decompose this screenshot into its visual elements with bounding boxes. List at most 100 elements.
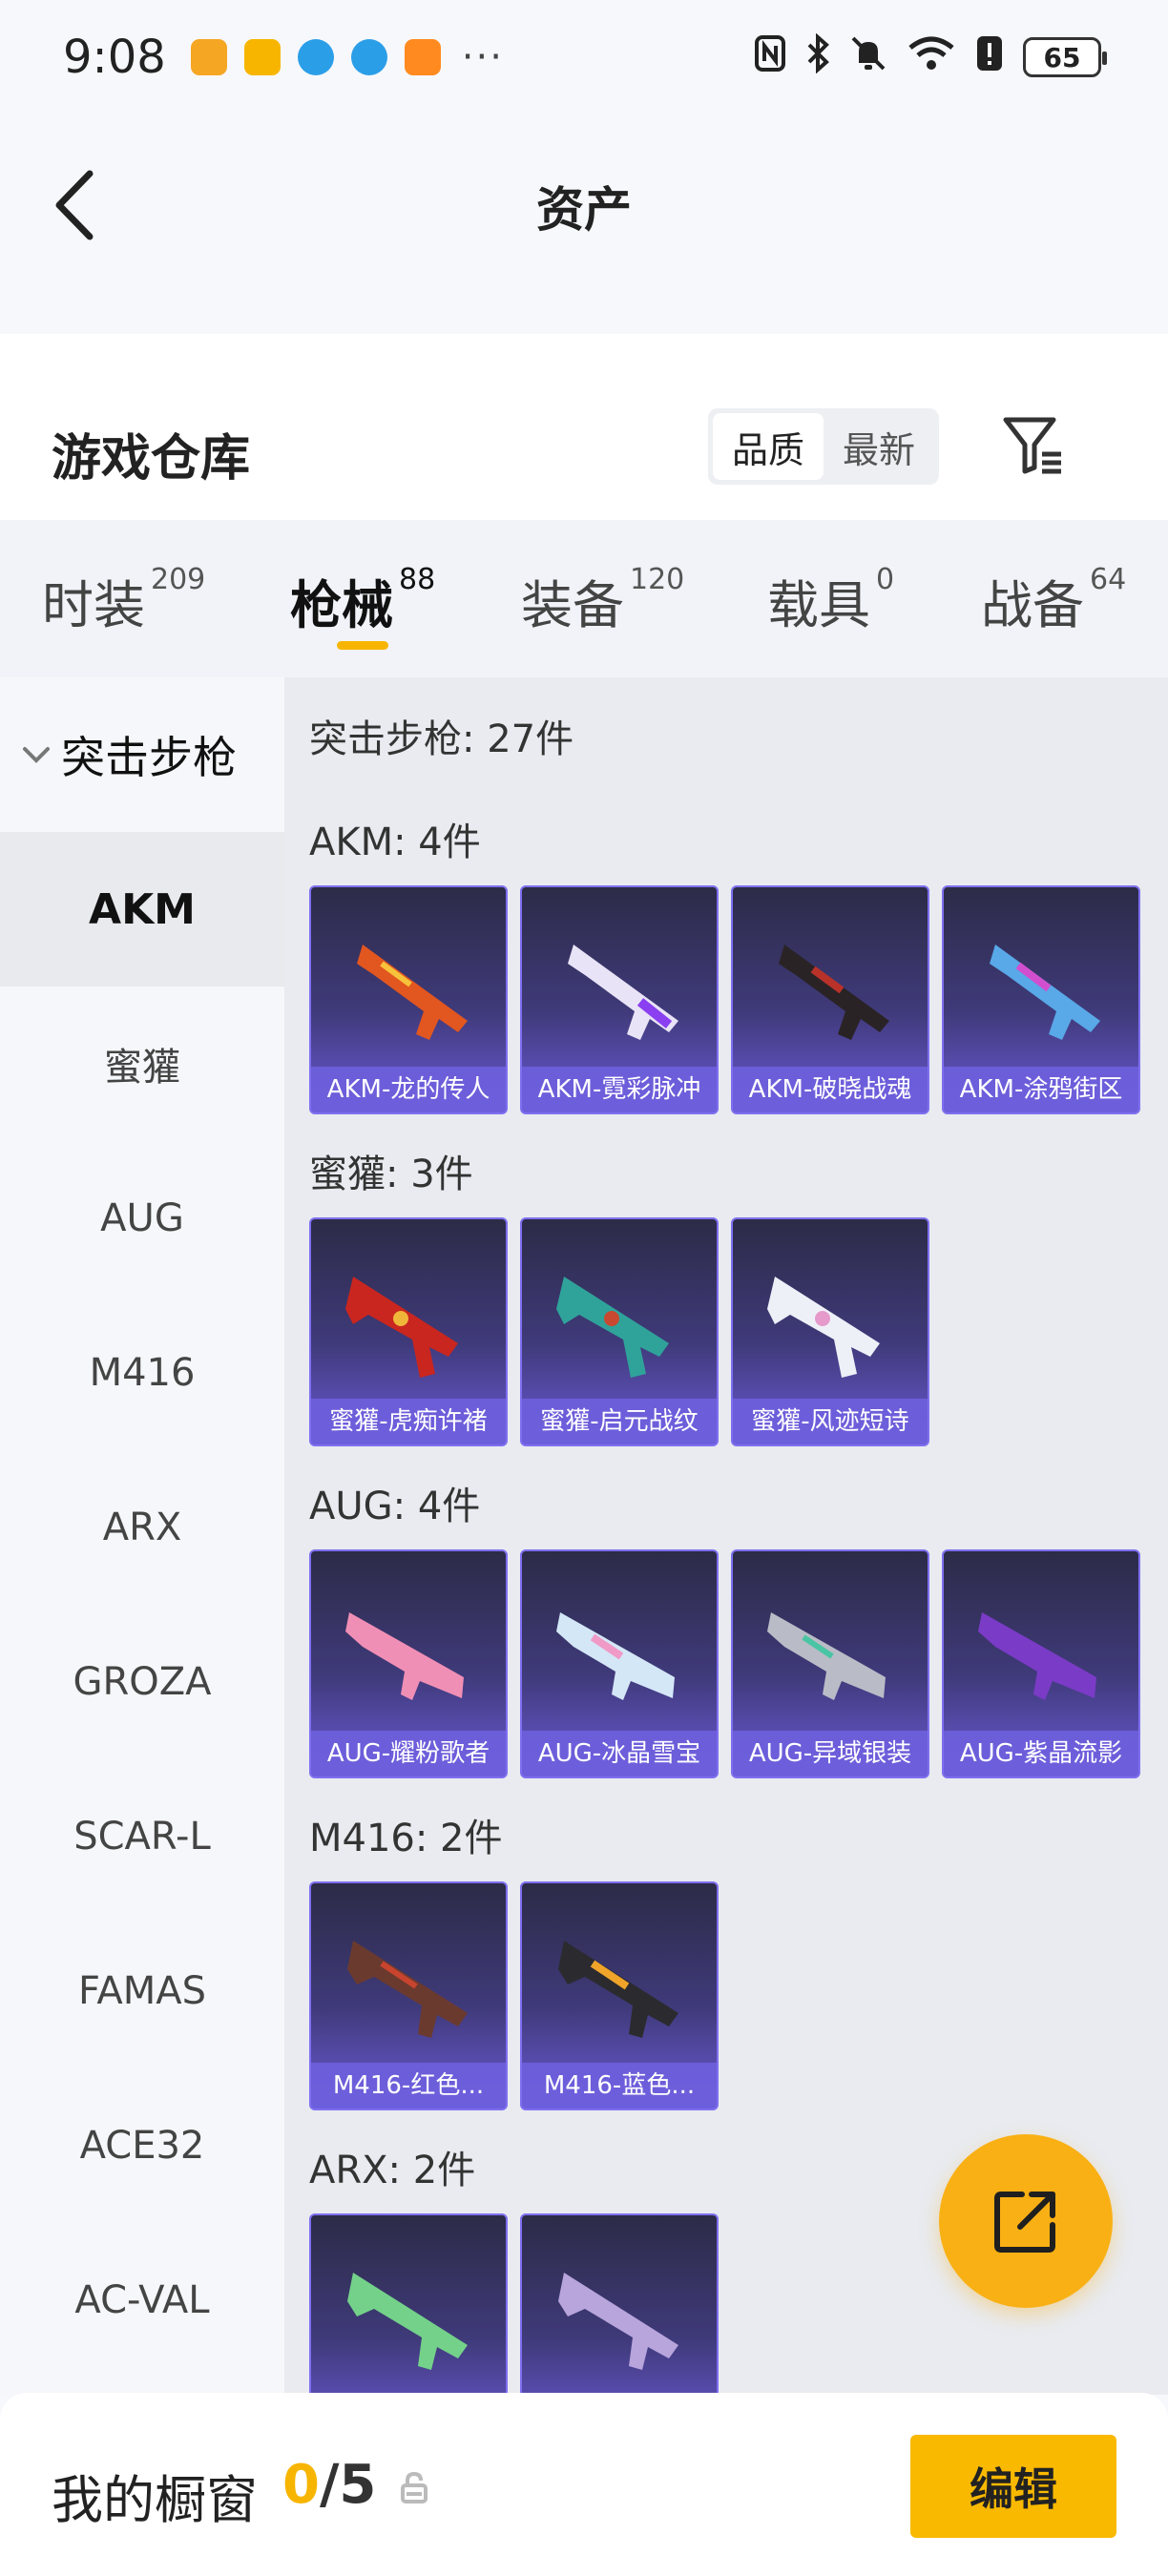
header: 资产 xyxy=(0,114,1168,296)
weapon-card[interactable] xyxy=(309,2213,508,2395)
chevron-down-icon xyxy=(23,747,50,763)
weapon-name: 蜜獾-启元战纹 xyxy=(522,1399,717,1444)
sidebar: 突击步枪 AKM 蜜獾 AUG M416 ARX GROZA SCAR-L FA… xyxy=(0,677,284,2395)
status-bar: 9:08 ··· 65 xyxy=(0,0,1168,114)
weapon-card[interactable]: M416-蓝色... xyxy=(520,1881,719,2110)
edit-button[interactable]: 编辑 xyxy=(910,2435,1116,2538)
showcase-bar: 我的橱窗 0/5 编辑 xyxy=(0,2393,1168,2576)
bullpup-rifle-skin-image xyxy=(556,1612,675,1700)
tab-equipment[interactable]: 装备 120 xyxy=(521,563,684,638)
section-title: 蜜獾: 3件 xyxy=(309,1153,473,1196)
nfc-icon xyxy=(754,34,786,81)
tab-battle-prep[interactable]: 战备 64 xyxy=(981,563,1126,638)
wifi-icon xyxy=(907,34,956,81)
browser-icon xyxy=(350,39,387,75)
sidebar-item-ace32[interactable]: ACE32 xyxy=(0,2068,284,2223)
alert-icon xyxy=(975,34,1004,81)
tab-count: 120 xyxy=(630,563,685,596)
weapon-name: AKM-破晓战魂 xyxy=(733,1067,928,1112)
tab-count: 0 xyxy=(876,563,895,596)
sidebar-item-ac-val[interactable]: AC-VAL xyxy=(0,2223,284,2378)
tab-label: 枪械 xyxy=(290,575,393,635)
tab-label: 载具 xyxy=(767,575,870,635)
weapon-card[interactable]: AUG-异域银装 xyxy=(731,1549,929,1778)
status-right: 65 xyxy=(754,32,1107,82)
status-time: 9:08 xyxy=(63,31,166,84)
section-title: AUG: 4件 xyxy=(309,1485,481,1528)
tab-count: 209 xyxy=(151,563,206,596)
rifle-skin-image xyxy=(779,945,889,1040)
weapon-name: AKM-霓彩脉冲 xyxy=(522,1067,717,1112)
tab-count: 88 xyxy=(399,563,436,596)
rifle-skin-image xyxy=(357,945,468,1040)
notification-app-icon xyxy=(190,39,227,75)
share-icon xyxy=(994,2192,1055,2253)
tab-guns[interactable]: 枪械 88 xyxy=(290,563,435,638)
weapon-name: M416-蓝色... xyxy=(522,2063,717,2109)
tab-label: 时装 xyxy=(42,575,145,635)
bullpup-rifle-skin-image xyxy=(767,1612,886,1700)
tab-count: 64 xyxy=(1090,563,1127,596)
sort-by-quality[interactable]: 品质 xyxy=(713,413,824,480)
weapon-card[interactable]: 蜜獾-风迹短诗 xyxy=(731,1217,929,1446)
status-left: 9:08 ··· xyxy=(63,31,504,84)
sort-by-newest[interactable]: 最新 xyxy=(824,413,934,480)
more-notifications-icon: ··· xyxy=(461,35,504,79)
page-title: 资产 xyxy=(536,182,632,238)
weapon-card[interactable] xyxy=(520,2213,719,2395)
weapon-card[interactable]: AUG-耀粉歌者 xyxy=(309,1549,508,1778)
sidebar-group-label: 突击步枪 xyxy=(61,732,237,783)
filter-button[interactable] xyxy=(1000,412,1067,479)
section-title: ARX: 2件 xyxy=(309,2149,476,2192)
weapon-name: M416-红色... xyxy=(311,2063,506,2109)
smg-skin-image xyxy=(345,1277,458,1378)
weapon-card[interactable]: AKM-霓彩脉冲 xyxy=(520,885,719,1114)
weapon-name: AKM-涂鸦街区 xyxy=(944,1067,1138,1112)
video-app-icon xyxy=(404,39,441,75)
showcase-count: 0/5 xyxy=(282,2454,376,2516)
sidebar-item-famas[interactable]: FAMAS xyxy=(0,1914,284,2068)
bullpup-rifle-skin-image xyxy=(978,1612,1096,1700)
rifle-skin-image xyxy=(558,2273,678,2370)
sidebar-group-assault-rifle[interactable]: 突击步枪 xyxy=(0,677,284,832)
weapon-name: 蜜獾-风迹短诗 xyxy=(733,1399,928,1444)
tab-vehicles[interactable]: 载具 0 xyxy=(767,563,894,638)
battery-indicator: 65 xyxy=(1023,37,1107,77)
tab-label: 战备 xyxy=(981,575,1084,635)
section-title: AKM: 4件 xyxy=(309,821,481,864)
weapon-name: AUG-耀粉歌者 xyxy=(311,1731,506,1776)
sidebar-item-m416[interactable]: M416 xyxy=(0,1296,284,1450)
weapon-card[interactable]: AUG-紫晶流影 xyxy=(942,1549,1140,1778)
tab-fashion[interactable]: 时装 209 xyxy=(42,563,205,638)
weapon-card[interactable]: AKM-破晓战魂 xyxy=(731,885,929,1114)
weapon-name: AKM-龙的传人 xyxy=(311,1067,506,1112)
weapon-card[interactable]: M416-红色... xyxy=(309,1881,508,2110)
share-button[interactable] xyxy=(939,2134,1113,2308)
lock-icon xyxy=(401,2471,428,2503)
smg-skin-image xyxy=(767,1277,880,1378)
warehouse-title: 游戏仓库 xyxy=(52,430,251,488)
weapon-card[interactable]: AUG-冰晶雪宝 xyxy=(520,1549,719,1778)
sidebar-item-scar-l[interactable]: SCAR-L xyxy=(0,1759,284,1914)
category-tabs: 时装 209 枪械 88 装备 120 载具 0 战备 64 xyxy=(0,520,1168,677)
rifle-skin-image xyxy=(568,945,678,1040)
category-total: 突击步枪: 27件 xyxy=(309,717,574,761)
smg-skin-image xyxy=(556,1277,669,1378)
warehouse-header: 游戏仓库 品质 最新 xyxy=(0,334,1168,520)
bluetooth-icon xyxy=(805,32,830,82)
section-title: M416: 2件 xyxy=(309,1817,503,1860)
sidebar-item-akm[interactable]: AKM xyxy=(0,832,284,987)
showcase-separator: / xyxy=(319,2454,340,2516)
browser-icon xyxy=(297,39,334,75)
mail-icon xyxy=(243,39,281,75)
sidebar-item-honey-badger[interactable]: 蜜獾 xyxy=(0,987,284,1141)
weapon-card[interactable]: AKM-涂鸦街区 xyxy=(942,885,1140,1114)
sidebar-item-aug[interactable]: AUG xyxy=(0,1141,284,1296)
weapon-card[interactable]: AKM-龙的传人 xyxy=(309,885,508,1114)
sidebar-item-arx[interactable]: ARX xyxy=(0,1450,284,1605)
weapon-card[interactable]: 蜜獾-启元战纹 xyxy=(520,1217,719,1446)
sidebar-item-groza[interactable]: GROZA xyxy=(0,1605,284,1759)
mute-bell-icon xyxy=(849,34,887,81)
weapon-name: 蜜獾-虎痴许褚 xyxy=(311,1399,506,1444)
weapon-card[interactable]: 蜜獾-虎痴许褚 xyxy=(309,1217,508,1446)
